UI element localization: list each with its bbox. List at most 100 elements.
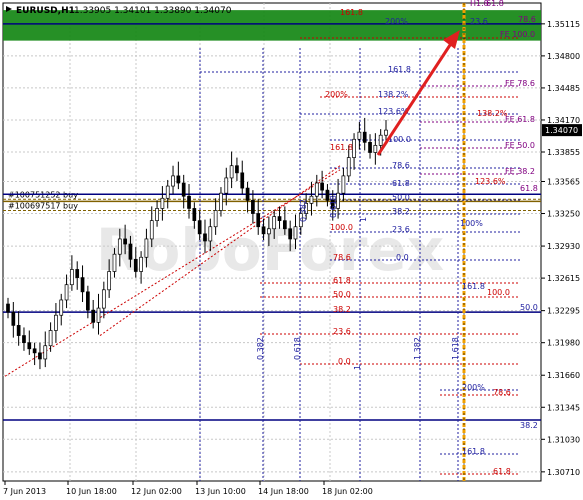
candle-body <box>235 165 239 174</box>
y-tick-label: 1.30710 <box>547 468 580 477</box>
fib-label: 61.8 <box>520 184 538 193</box>
candle-body <box>176 175 181 184</box>
candle-body <box>267 228 271 235</box>
candle-body <box>219 192 223 211</box>
fib-label: 38.2 <box>333 305 351 314</box>
candle-body <box>6 303 10 313</box>
candle-body <box>96 307 101 323</box>
candle-body <box>91 309 96 323</box>
candle-body <box>245 187 250 201</box>
candle-body <box>346 157 351 177</box>
price-chart: RoboForex #100751252 buy#100697517 buy 1… <box>2 0 582 496</box>
candle-body <box>197 220 202 235</box>
fib-label: 78.6 <box>493 388 511 397</box>
candle-body <box>181 182 186 197</box>
y-tick-label: 1.31345 <box>547 403 580 412</box>
fib-label: 78.6 <box>518 15 536 24</box>
fib-label: 78.6 <box>333 253 351 262</box>
x-tick-label: 10 Jun 18:00 <box>66 487 117 496</box>
fib-label: 161.8 <box>462 282 485 291</box>
y-tick-label: 1.34170 <box>547 116 580 125</box>
x-axis: 7 Jun 2013 10 Jun 18:00 12 Jun 02:00 13 Jun… <box>3 481 373 496</box>
candle-body <box>272 216 277 230</box>
candle-body <box>16 325 21 336</box>
fib-label: 100% <box>460 219 483 228</box>
candle-body <box>112 253 117 272</box>
candle-body <box>229 165 234 179</box>
x-tick-label: 18 Jun 02:00 <box>322 487 373 496</box>
candle-body <box>362 131 367 143</box>
candle-body <box>240 172 245 189</box>
y-tick-label: 1.31030 <box>547 435 580 444</box>
candle-body <box>341 175 346 194</box>
candle-body <box>75 269 80 278</box>
candle-body <box>48 330 53 347</box>
y-axis: 1.35115 1.34800 1.34485 1.34170 1.33855 1.335… <box>541 20 582 477</box>
candle-body <box>213 210 218 228</box>
fib-label: 161.8 <box>462 447 485 456</box>
candle-body <box>256 213 261 228</box>
candle-body <box>251 199 255 214</box>
candle-body <box>224 177 229 194</box>
fib-label: 200% <box>385 17 408 26</box>
candle-body <box>59 299 64 316</box>
header-ohlc: 1.33905 1.34101 1.33890 1.34070 <box>74 6 232 16</box>
time-zone-label: 1 <box>359 217 368 222</box>
candle-body <box>22 335 26 344</box>
level-label: #100697517 buy <box>8 201 78 210</box>
fib-label: 50.0 <box>333 290 351 299</box>
fib-label: FE 38.2 <box>505 167 535 176</box>
candle-body <box>160 197 165 209</box>
x-tick-label: 7 Jun 2013 <box>3 487 46 496</box>
fib-label: 100.0 <box>487 288 510 297</box>
candle-body <box>320 182 324 191</box>
candle-body <box>208 226 213 242</box>
candle-body <box>293 226 298 240</box>
time-zone-label: 1.382 <box>413 337 422 360</box>
header-symbol: EURUSD,H1 <box>16 6 75 16</box>
candle-body <box>261 226 266 235</box>
candle-body <box>86 291 90 311</box>
fib-label: 123.6% <box>475 177 506 186</box>
fib-label: FE 50.0 <box>505 141 535 150</box>
time-zone-label: 0.618 <box>293 337 302 360</box>
fib-label: 138.2% <box>378 90 409 99</box>
candle-body <box>139 256 143 272</box>
fib-label: 138.2% <box>477 109 508 118</box>
y-tick-label: 1.32615 <box>547 274 580 283</box>
fib-label: 50.0 <box>520 303 538 312</box>
y-tick-label: 1.33565 <box>547 177 580 186</box>
fib-label: 61.8 <box>493 467 511 476</box>
candle-body <box>70 269 74 286</box>
y-tick-label: 1.33250 <box>547 210 580 219</box>
candle-body <box>128 243 133 260</box>
fib-label: FE 61.8 <box>505 115 535 124</box>
y-tick-label: 1.33855 <box>547 148 580 157</box>
candle-body <box>11 311 16 326</box>
x-tick-label: 12 Jun 02:00 <box>131 487 182 496</box>
candle-body <box>309 195 314 204</box>
fib-label: 38.2 <box>520 421 538 430</box>
time-zone-label: 1 <box>353 365 362 370</box>
time-zone-label: 0.382 <box>299 199 308 222</box>
candle-body <box>155 208 159 221</box>
candle-body <box>64 284 69 301</box>
candle-body <box>117 238 122 255</box>
fib-label: 161.8 <box>330 143 353 152</box>
candle-body <box>54 314 58 331</box>
x-tick-label: 13 Jun 10:00 <box>195 487 246 496</box>
y-tick-label: 1.34800 <box>547 52 580 61</box>
fib-label: 100.0 <box>330 223 353 232</box>
candle-body <box>32 348 37 354</box>
fib-label: 200% <box>462 383 485 392</box>
candle-body <box>282 220 287 230</box>
y-tick-label: 1.32930 <box>547 242 580 251</box>
candle-body <box>352 138 356 158</box>
fib-label: H1.8 <box>470 0 489 8</box>
y-tick-label: 1.31660 <box>547 371 580 380</box>
candle-body <box>171 175 175 187</box>
candle-body <box>373 145 378 153</box>
candle-body <box>314 182 319 197</box>
candle-body <box>203 233 207 242</box>
fib-label: 161.8 <box>388 65 411 74</box>
